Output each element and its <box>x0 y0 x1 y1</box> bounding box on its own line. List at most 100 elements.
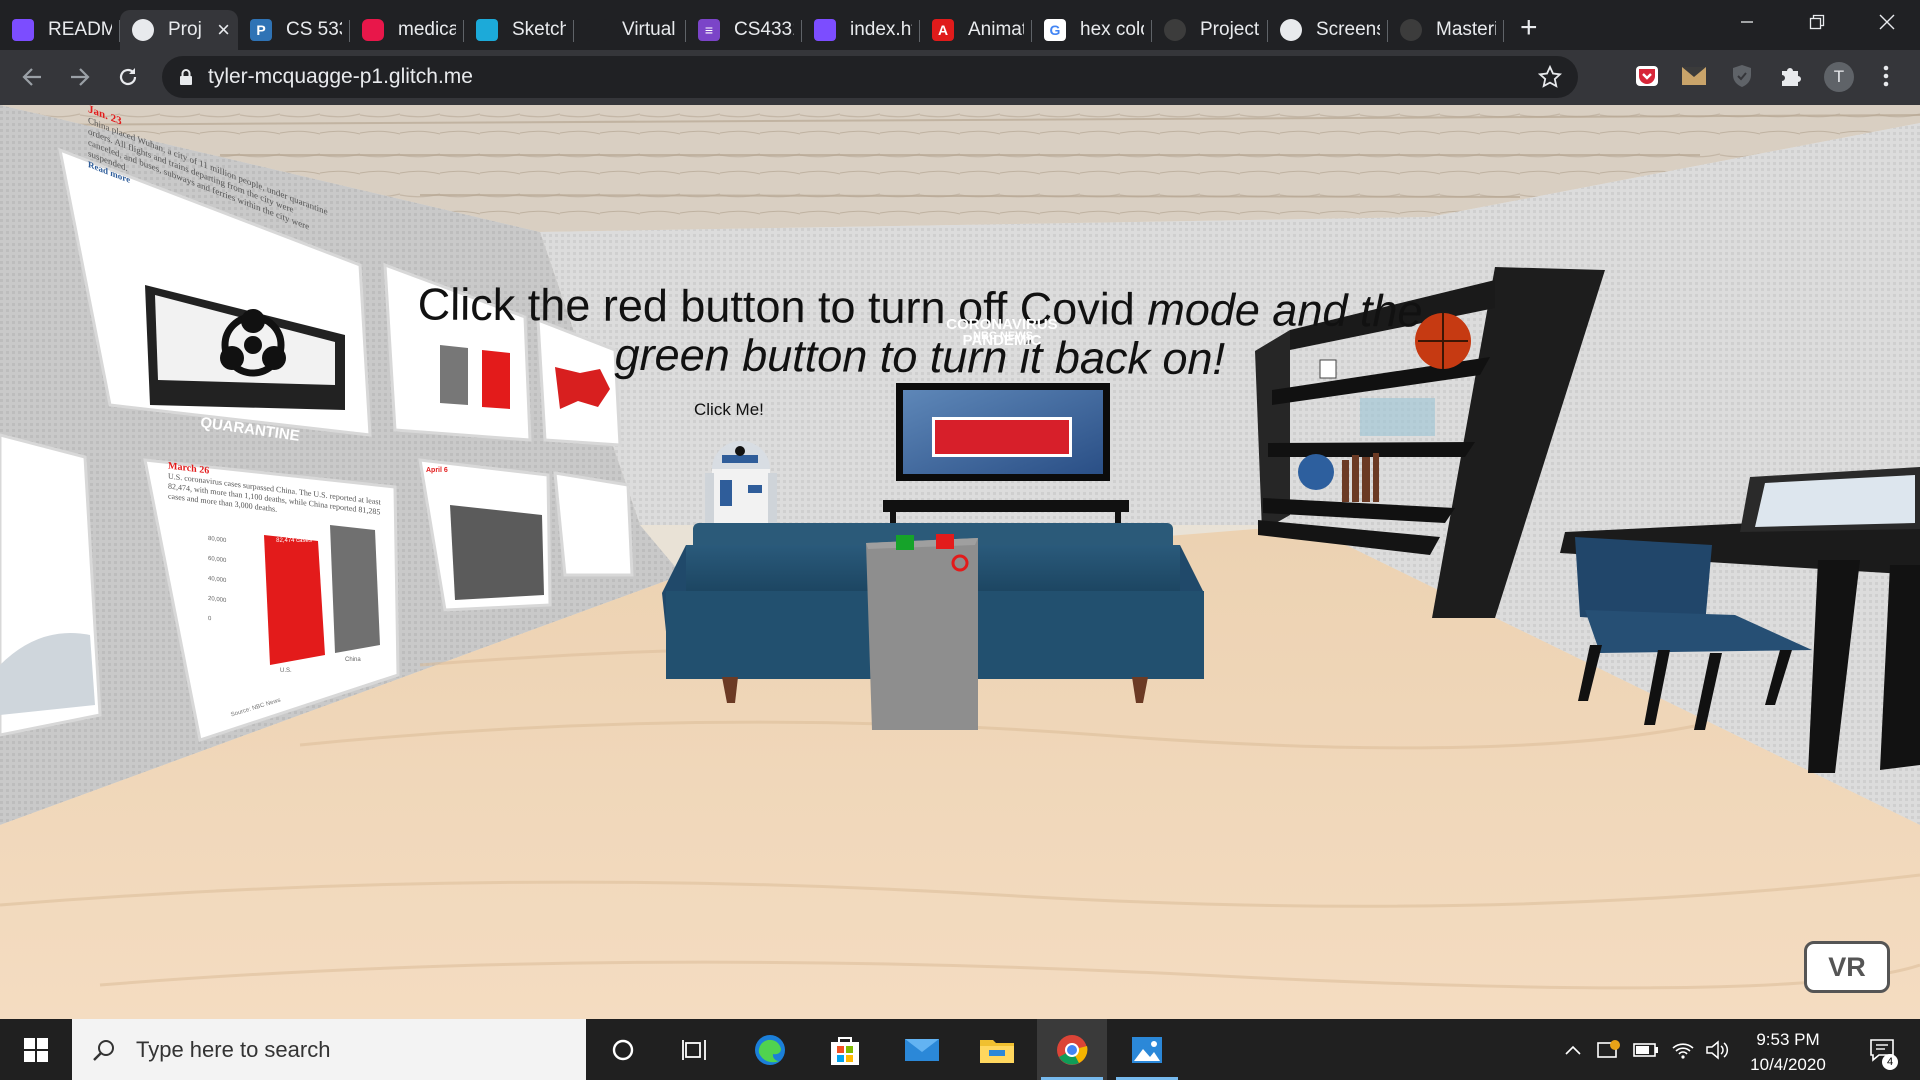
arrow-left-icon <box>22 68 41 86</box>
chevron-up-icon <box>1565 1045 1581 1055</box>
tray-overflow-button[interactable] <box>1556 1019 1590 1080</box>
browser-tab[interactable]: Masteri <box>1388 10 1504 50</box>
tray-wifi[interactable] <box>1666 1019 1700 1080</box>
vr-scene[interactable]: Click the red button to turn off Covid m… <box>0 105 1920 1019</box>
windows-logo-icon <box>24 1037 48 1062</box>
browser-tab[interactable]: P CS 5331 <box>238 10 350 50</box>
tray-meet-now[interactable] <box>1591 1019 1625 1080</box>
tab-title: hex colo <box>1080 19 1144 40</box>
folder-icon <box>980 1039 1014 1063</box>
wifi-icon <box>1672 1042 1694 1059</box>
browser-tab[interactable]: A Animati <box>920 10 1032 50</box>
close-window-button[interactable] <box>1852 0 1920 44</box>
cortana-circle-icon <box>612 1039 634 1060</box>
browser-tab[interactable]: Screens <box>1268 10 1388 50</box>
bar-us <box>264 535 325 665</box>
mail-icon <box>905 1038 939 1061</box>
battery-icon <box>1633 1042 1658 1057</box>
edge-icon <box>755 1034 785 1065</box>
browser-tab[interactable]: medical <box>350 10 464 50</box>
poster-text <box>553 471 634 577</box>
taskbar-file-explorer[interactable] <box>962 1019 1032 1080</box>
cortana-button[interactable] <box>588 1019 658 1080</box>
tab-title: README <box>48 19 112 40</box>
start-button[interactable] <box>0 1019 72 1080</box>
list-icon: ≡ <box>698 19 720 41</box>
forward-button[interactable] <box>56 53 104 101</box>
action-center-button[interactable]: 4 <box>1858 1019 1908 1080</box>
screen-share-icon <box>1597 1039 1620 1058</box>
browser-tab[interactable]: Sketchfab <box>464 10 574 50</box>
close-icon <box>1879 14 1895 30</box>
kebab-menu-icon <box>1883 65 1889 87</box>
tick-0: 0 <box>208 615 212 623</box>
back-button[interactable] <box>8 53 56 101</box>
red-button[interactable] <box>936 534 954 549</box>
browser-tab[interactable]: README <box>0 10 120 50</box>
restore-button[interactable] <box>1782 0 1852 44</box>
speaker-icon <box>1706 1039 1729 1060</box>
arrow-right-icon <box>71 68 90 86</box>
tab-title: Screens <box>1316 19 1380 40</box>
browser-tab[interactable]: Project <box>1152 10 1268 50</box>
taskbar-search-box[interactable]: Type here to search <box>72 1019 586 1080</box>
taskbar-mail[interactable] <box>887 1019 957 1080</box>
tv-line-2: PANDEMIC <box>962 332 1042 349</box>
tab-strip: README Proj × P CS 5331 medical Sketchfab Virtu… <box>0 0 1920 50</box>
extension-shield-button[interactable] <box>1728 62 1756 90</box>
taskbar-store[interactable] <box>810 1019 880 1080</box>
click-me-label: Click Me! <box>694 400 764 419</box>
github-icon <box>1400 19 1422 41</box>
taskbar-edge[interactable] <box>735 1019 805 1080</box>
instruction-line1b: mode and the <box>1147 283 1423 337</box>
search-placeholder: Type here to search <box>136 1036 331 1062</box>
github-icon <box>1164 19 1186 41</box>
tabs-container: README Proj × P CS 5331 medical Sketchfab Virtu… <box>0 0 1504 50</box>
poster2-axis: 80,000 60,000 40,000 20,000 0 <box>208 529 226 631</box>
pocket-icon <box>1636 66 1658 86</box>
browser-tab[interactable]: Virtual R <box>574 10 686 50</box>
browser-tab[interactable]: Proj × <box>120 10 238 50</box>
control-pedestal <box>866 538 978 730</box>
tab-title: Proj <box>168 19 202 40</box>
reload-button[interactable] <box>104 53 152 101</box>
tab-title: Masteri <box>1436 19 1496 40</box>
tab-close-icon[interactable]: × <box>217 17 230 43</box>
poster3-date: April 6 <box>426 467 448 474</box>
taskbar-clock[interactable]: 9:53 PM 10/4/2020 <box>1728 1027 1848 1077</box>
address-bar[interactable]: tyler-mcquagge-p1.glitch.me <box>162 56 1578 98</box>
extensions-button[interactable] <box>1776 62 1804 90</box>
browser-toolbar: tyler-mcquagge-p1.glitch.me T <box>0 50 1920 105</box>
vr-mode-button[interactable]: VR <box>1804 941 1890 993</box>
globe <box>1298 454 1334 490</box>
extension-mail-button[interactable] <box>1680 62 1708 90</box>
windows-taskbar: Type here to search 9:53 PM 10/4/2020 4 <box>0 1019 1920 1080</box>
store-bag-icon <box>831 1036 859 1065</box>
tray-battery[interactable] <box>1629 1019 1663 1080</box>
minimize-button[interactable] <box>1712 0 1782 44</box>
star-icon[interactable] <box>1538 65 1562 89</box>
search-icon <box>93 1039 114 1061</box>
profile-avatar[interactable]: T <box>1824 62 1854 92</box>
tick-20000: 20,000 <box>208 595 227 605</box>
tv-line-1: CORONAVIRUS <box>946 316 1058 333</box>
extension-pocket-button[interactable] <box>1633 62 1661 90</box>
tab-title: medical <box>398 19 456 40</box>
browser-tab[interactable]: index.html <box>802 10 920 50</box>
photos-icon <box>1132 1036 1162 1063</box>
task-view-button[interactable] <box>660 1019 730 1080</box>
taskbar-chrome[interactable] <box>1037 1019 1107 1080</box>
hexagon-icon <box>362 19 384 41</box>
tick-40000: 40,000 <box>208 575 227 585</box>
browser-tab[interactable]: Ghex colo <box>1032 10 1152 50</box>
new-tab-button[interactable]: + <box>1520 11 1538 45</box>
browser-tab[interactable]: ≡ CS4331 <box>686 10 802 50</box>
tick-60000: 60,000 <box>208 555 227 565</box>
restore-icon <box>1809 14 1825 30</box>
google-icon: G <box>1044 19 1066 41</box>
taskbar-photos[interactable] <box>1112 1019 1182 1080</box>
green-button[interactable] <box>896 535 914 550</box>
a-icon: A <box>932 19 954 41</box>
tab-title: Sketchfab <box>512 19 566 40</box>
browser-menu-button[interactable] <box>1872 62 1900 90</box>
